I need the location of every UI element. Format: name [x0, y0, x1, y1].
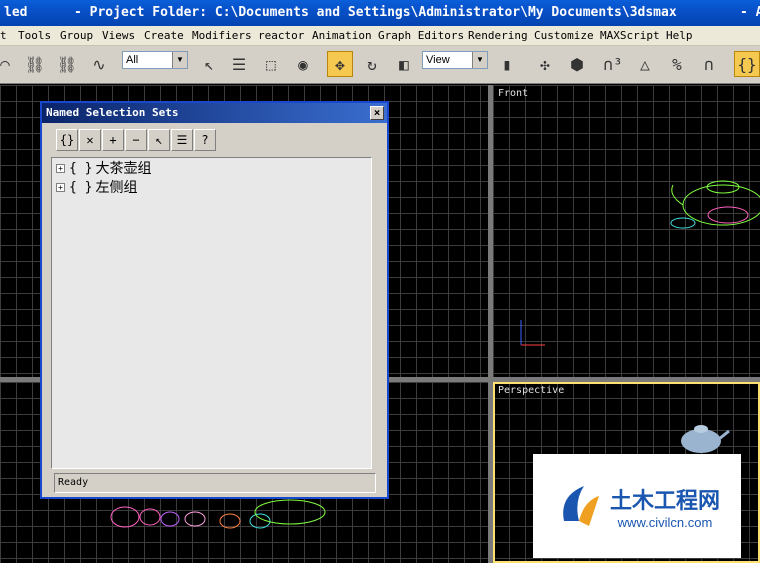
menu-item-graph-editors[interactable]: Graph Editors: [378, 29, 464, 42]
main-toolbar: ◠ ⛓ ⛓ ∿ All ▼ ↖ ☰ ⬚ ◉ ✥ ↻ ◧ View ▼ ▮ ✣ ⬢…: [0, 46, 760, 84]
title-left-fragment: led: [4, 5, 28, 20]
scale-icon[interactable]: ◧: [391, 51, 417, 77]
reference-coord-select[interactable]: View ▼: [422, 51, 488, 69]
viewport-perspective-label[interactable]: Perspective: [498, 385, 564, 396]
named-selection-sets-dialog: Named Selection Sets × {} ✕ + − ↖ ☰ ? + …: [40, 101, 389, 499]
remove-icon[interactable]: ✕: [79, 129, 101, 151]
menu-item-reactor[interactable]: reactor: [258, 29, 304, 42]
viewport-front[interactable]: Front: [493, 85, 760, 377]
keyboard-shortcut-override-icon[interactable]: ⬢: [564, 51, 590, 77]
menu-item-group[interactable]: Group: [60, 29, 93, 42]
rectangular-selection-icon[interactable]: ⬚: [258, 51, 284, 77]
angle-snap-icon[interactable]: △: [632, 51, 658, 77]
dialog-title: Named Selection Sets: [46, 106, 179, 119]
selection-filter-value: All: [126, 54, 139, 66]
title-right-fragment: - A: [740, 5, 760, 20]
expand-plus-icon[interactable]: +: [56, 163, 65, 173]
window-titlebar: led - Project Folder: C:\Documents and S…: [0, 0, 760, 26]
move-icon[interactable]: ✥: [327, 51, 353, 77]
menu-item-rendering[interactable]: Rendering: [468, 29, 528, 42]
menu-item-tools[interactable]: Tools: [18, 29, 51, 42]
set-label[interactable]: 左侧组: [95, 177, 137, 197]
teapot-shaded-perspective: [681, 425, 730, 453]
menu-item-animation[interactable]: Animation: [312, 29, 372, 42]
bind-space-warp-icon[interactable]: ∿: [86, 51, 112, 77]
menu-bar: t Tools Group Views Create Modifiers rea…: [0, 26, 760, 46]
select-by-name-icon[interactable]: ☰: [226, 51, 252, 77]
selection-filter-select[interactable]: All ▼: [122, 51, 188, 69]
add-selected-objects-icon[interactable]: +: [102, 129, 124, 151]
menu-item-file[interactable]: t: [0, 29, 7, 42]
expand-plus-icon[interactable]: +: [56, 182, 65, 192]
highlight-selected-objects-icon[interactable]: ?: [194, 129, 216, 151]
viewport-divider-vertical[interactable]: [488, 85, 493, 563]
tree-item[interactable]: + { } 左侧组: [56, 178, 137, 196]
watermark-url: www.civilcn.com: [617, 514, 713, 530]
select-object-icon[interactable]: ↖: [196, 51, 222, 77]
set-brace-icon: { }: [69, 160, 93, 176]
percent-snap-icon[interactable]: %: [664, 51, 690, 77]
set-brace-icon: { }: [69, 179, 93, 195]
dialog-toolbar: {} ✕ + − ↖ ☰ ?: [56, 129, 217, 151]
unlink-selection-icon[interactable]: ⛓: [54, 51, 80, 77]
select-link-icon[interactable]: ⛓: [22, 51, 48, 77]
subtract-selected-objects-icon[interactable]: −: [125, 129, 147, 151]
menu-item-views[interactable]: Views: [102, 29, 135, 42]
reference-coord-value: View: [426, 54, 450, 66]
menu-item-modifiers[interactable]: Modifiers: [192, 29, 252, 42]
snaps-toggle-icon[interactable]: ∩³: [600, 51, 626, 77]
menu-item-create[interactable]: Create: [144, 29, 184, 42]
select-objects-by-name-icon[interactable]: ☰: [171, 129, 193, 151]
selection-sets-tree[interactable]: + { } 大茶壶组 + { } 左侧组: [51, 157, 372, 469]
spinner-snap-icon[interactable]: ∩: [696, 51, 722, 77]
menu-item-maxscript[interactable]: MAXScript: [600, 29, 660, 42]
tree-item[interactable]: + { } 大茶壶组: [56, 159, 151, 177]
window-crossing-icon[interactable]: ◉: [290, 51, 316, 77]
window-title: - Project Folder: C:\Documents and Setti…: [74, 5, 677, 20]
set-label[interactable]: 大茶壶组: [95, 158, 151, 178]
chevron-down-icon: ▼: [472, 52, 487, 68]
viewport-front-label[interactable]: Front: [498, 88, 528, 99]
rotate-icon[interactable]: ↻: [359, 51, 385, 77]
teapot-wireframe-front: [670, 180, 760, 229]
select-objects-in-set-icon[interactable]: ↖: [148, 129, 170, 151]
dialog-titlebar[interactable]: Named Selection Sets ×: [42, 103, 387, 123]
create-new-set-icon[interactable]: {}: [56, 129, 78, 151]
edit-named-selection-icon[interactable]: {}: [734, 51, 760, 77]
axis-tripod-icon: [520, 320, 545, 346]
civilcn-logo-icon: [563, 486, 599, 526]
menu-item-customize[interactable]: Customize: [534, 29, 594, 42]
pivot-center-icon[interactable]: ▮: [494, 51, 520, 77]
unlink-icon[interactable]: ◠: [0, 51, 18, 77]
menu-item-help[interactable]: Help: [666, 29, 693, 42]
watermark-name: 土木工程网: [609, 488, 720, 514]
teapot-group-left: [110, 499, 326, 529]
select-manipulate-icon[interactable]: ✣: [532, 51, 558, 77]
watermark-logo: 土木工程网 www.civilcn.com: [533, 454, 741, 558]
close-button[interactable]: ×: [370, 106, 384, 120]
dialog-status: Ready: [54, 473, 376, 493]
chevron-down-icon: ▼: [172, 52, 187, 68]
